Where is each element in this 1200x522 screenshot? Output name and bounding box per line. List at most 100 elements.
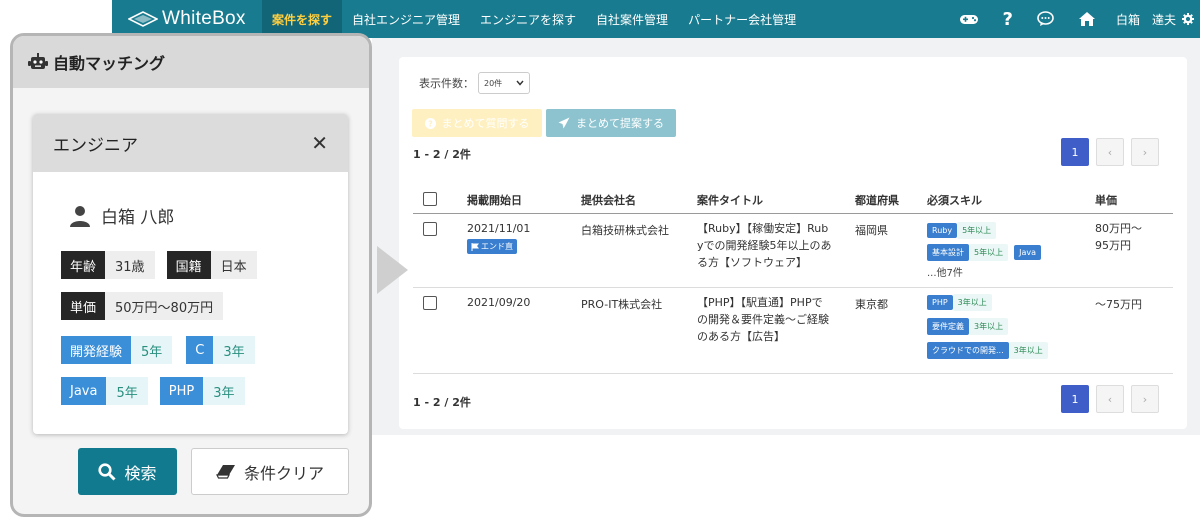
skill-tag: PHP 3年 xyxy=(159,377,245,405)
title-line: のある方【広告】 xyxy=(697,330,785,343)
table-row[interactable]: 2021/11/01 エンド直 白箱技研株式会社 【Ruby】【稼働安定】Rub… xyxy=(413,214,1173,288)
search-button[interactable]: 検索 xyxy=(78,448,177,495)
bulk-propose-label: まとめて提案する xyxy=(576,117,664,130)
page-size-value: 20件 xyxy=(484,78,503,88)
price-tag: 単価 50万円～80万円 xyxy=(61,292,224,320)
col-header-company[interactable]: 提供会社名 xyxy=(581,192,636,208)
more-skills-link[interactable]: ...他7件 xyxy=(927,264,1077,279)
engineer-card-title: エンジニア xyxy=(53,135,138,156)
end-direct-badge: エンド直 xyxy=(467,239,517,254)
skill-tag-name: PHP xyxy=(159,377,204,405)
row-checkbox-cell xyxy=(423,296,437,310)
nationality-tag: 国籍 日本 xyxy=(166,251,257,279)
close-icon[interactable]: ✕ xyxy=(311,131,328,155)
price-line: 95万円 xyxy=(1095,239,1131,252)
paper-plane-icon xyxy=(558,117,570,129)
nav-item-own-projects[interactable]: 自社案件管理 xyxy=(586,0,678,38)
skill-tag-name: C xyxy=(186,336,214,364)
tag-row-skills-1: 開発経験 5年 C 3年 xyxy=(61,336,255,364)
search-icon xyxy=(98,462,117,481)
skill-tag: 開発経験 5年 xyxy=(61,336,173,364)
row-date-cell: 2021/11/01 エンド直 xyxy=(467,222,530,254)
price-line: 80万円～ xyxy=(1095,222,1142,235)
row-company: PRO-IT株式会社 xyxy=(581,298,663,311)
row-checkbox[interactable] xyxy=(423,296,437,310)
select-all-checkbox[interactable] xyxy=(423,192,437,206)
row-prefecture: 福岡県 xyxy=(855,224,888,237)
col-header-date[interactable]: 掲載開始日 xyxy=(467,192,522,208)
row-price: 80万円～ 95万円 xyxy=(1095,220,1142,254)
age-value: 31歳 xyxy=(105,251,155,279)
whitebox-logo-icon xyxy=(128,11,158,27)
bulk-propose-button[interactable]: まとめて提案する xyxy=(546,109,676,137)
next-page-button[interactable]: › xyxy=(1131,385,1159,413)
skill-years: 3年以上 xyxy=(952,293,992,311)
robot-icon xyxy=(28,53,48,69)
gamepad-icon[interactable] xyxy=(959,12,979,26)
row-checkbox[interactable] xyxy=(423,222,437,236)
skill-name: Java xyxy=(1014,244,1041,260)
row-skills: Ruby 5年以上 基本設計 5年以上 Java ...他7件 xyxy=(927,221,1077,279)
brand-name: WhiteBox xyxy=(162,8,246,29)
nav-item-partners[interactable]: パートナー会社管理 xyxy=(678,0,806,38)
skill-years: 5年以上 xyxy=(969,243,1009,261)
page-1-button[interactable]: 1 xyxy=(1061,138,1089,166)
gear-icon[interactable] xyxy=(1182,13,1194,25)
chat-icon[interactable] xyxy=(1037,11,1054,27)
nav-item-own-engineers[interactable]: 自社エンジニア管理 xyxy=(342,0,470,38)
home-icon[interactable] xyxy=(1078,11,1096,27)
result-count-top: 1 - 2 / 2件 xyxy=(413,148,471,161)
skill-name: Ruby xyxy=(927,222,958,238)
user-icon xyxy=(70,205,90,227)
search-button-label: 検索 xyxy=(124,463,157,483)
row-company: 白箱技研株式会社 xyxy=(581,224,669,237)
nationality-label: 国籍 xyxy=(166,251,211,279)
price-value: 50万円～80万円 xyxy=(105,292,224,320)
row-price: ～75万円 xyxy=(1095,298,1142,311)
skill-item: 要件定義 3年以上 xyxy=(927,317,1077,335)
col-header-price[interactable]: 単価 xyxy=(1095,192,1117,208)
skill-tag-years: 3年 xyxy=(203,377,245,405)
panel-header: 自動マッチング xyxy=(13,36,369,88)
skill-tag-name: 開発経験 xyxy=(61,336,132,364)
row-skills: PHP 3年以上 要件定義 3年以上 クラウドでの開発... 3年以上 xyxy=(927,293,1077,364)
prev-page-button[interactable]: ‹ xyxy=(1096,138,1124,166)
nav-right-group: ? 白箱 達夫 xyxy=(947,0,1200,38)
help-icon[interactable]: ? xyxy=(1003,9,1013,30)
col-header-prefecture[interactable]: 都道府県 xyxy=(855,192,899,208)
nav-item-find-engineers[interactable]: エンジニアを探す xyxy=(470,0,586,38)
price-label: 単価 xyxy=(61,292,106,320)
user-name[interactable]: 白箱 達夫 xyxy=(1116,11,1176,28)
clear-conditions-button[interactable]: 条件クリア xyxy=(191,448,349,495)
bulk-ask-button[interactable]: ? まとめて質問する xyxy=(412,109,542,137)
result-count-bottom: 1 - 2 / 2件 xyxy=(413,396,471,409)
row-checkbox-cell xyxy=(423,222,437,236)
pagination-bottom: 1 ‹ › xyxy=(1061,385,1159,413)
arrow-right-icon xyxy=(377,246,408,294)
skill-name: 基本設計 xyxy=(927,243,969,261)
col-header-title[interactable]: 案件タイトル xyxy=(697,192,837,208)
skill-years: 3年以上 xyxy=(969,317,1009,335)
skill-tag: Java 5年 xyxy=(61,377,148,405)
engineer-name-row: 白箱 八郎 xyxy=(69,203,174,228)
next-page-button[interactable]: › xyxy=(1131,138,1159,166)
nationality-value: 日本 xyxy=(210,251,257,279)
row-title[interactable]: 【Ruby】【稼働安定】Rub yでの開発経験5年以上のあ る方【ソフトウェア】 xyxy=(697,220,837,271)
skill-tag-name: Java xyxy=(61,377,107,405)
title-line: の開発＆要件定義～ご経験 xyxy=(697,313,829,326)
chevron-down-icon xyxy=(516,80,524,86)
page-size-row: 表示件数： 20件 xyxy=(419,72,530,94)
skill-years: 5年以上 xyxy=(957,221,997,239)
skill-tag-years: 3年 xyxy=(213,336,255,364)
engineer-card: エンジニア ✕ 白箱 八郎 年齢 31歳 国籍 日本 単価 50万円～80万円 … xyxy=(33,114,348,434)
title-line: る方【ソフトウェア】 xyxy=(697,256,807,269)
prev-page-button[interactable]: ‹ xyxy=(1096,385,1124,413)
row-title[interactable]: 【PHP】【駅直通】PHPで の開発＆要件定義～ご経験 のある方【広告】 xyxy=(697,294,837,345)
page-size-select[interactable]: 20件 xyxy=(478,72,530,94)
row-date: 2021/09/20 xyxy=(467,296,531,309)
page-1-button[interactable]: 1 xyxy=(1061,385,1089,413)
skill-tag-years: 5年 xyxy=(131,336,173,364)
skill-item: 基本設計 5年以上 Java xyxy=(927,243,1077,261)
table-row[interactable]: 2021/09/20 PRO-IT株式会社 【PHP】【駅直通】PHPで の開発… xyxy=(413,288,1173,374)
skill-name: 要件定義 xyxy=(927,317,969,335)
